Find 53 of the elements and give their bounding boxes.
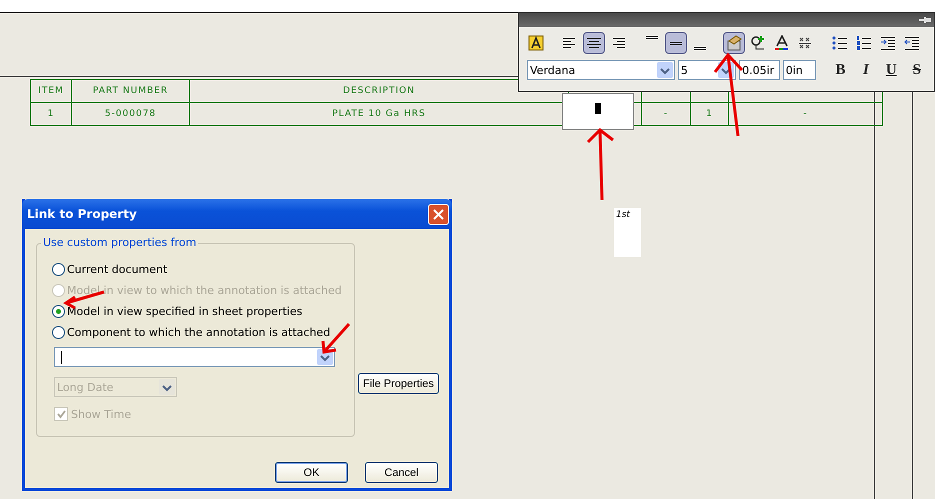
- offset-field[interactable]: 0in: [782, 60, 816, 80]
- radio-label[interactable]: Model in view specified in sheet properties: [67, 305, 302, 318]
- table-cell: 1: [690, 102, 728, 126]
- dialog-button[interactable]: OK: [275, 462, 348, 483]
- underline-button[interactable]: U: [880, 62, 903, 78]
- table-cell: -: [642, 102, 690, 126]
- bullet-list-icon: [832, 35, 848, 51]
- strikethrough-button[interactable]: S: [906, 62, 928, 78]
- link-property-icon: [726, 35, 742, 51]
- toolbar-button[interactable]: [583, 32, 605, 54]
- text-cursor-icon: [595, 103, 601, 114]
- note-label: 1st: [614, 208, 641, 257]
- toolbar-button[interactable]: [665, 32, 687, 54]
- column-header: PART NUMBER: [72, 80, 190, 102]
- align-top-icon: [646, 36, 658, 39]
- property-dropdown[interactable]: [54, 347, 335, 367]
- balloon-plus-icon: [750, 35, 766, 51]
- stack-fraction-icon: [798, 35, 814, 51]
- align-left-icon: [562, 35, 578, 51]
- font-dropdown[interactable]: Verdana: [527, 60, 675, 80]
- radio-button[interactable]: [52, 305, 65, 318]
- numbered-list-icon: [856, 35, 872, 51]
- group-label: Use custom properties from: [41, 236, 198, 249]
- dialog-button[interactable]: Cancel: [365, 462, 438, 483]
- table-cell: 1: [30, 102, 72, 126]
- text-style-icon: [528, 35, 544, 51]
- outdent-icon: [904, 35, 920, 51]
- radio-label[interactable]: Component to which the annotation is attached: [67, 326, 330, 339]
- align-center-icon: [586, 35, 602, 51]
- check-icon: [56, 410, 66, 418]
- radio-button[interactable]: [52, 326, 65, 339]
- radio-label: Model in view to which the annotation is attached: [67, 284, 342, 297]
- column-header: ITEM: [30, 80, 72, 102]
- close-icon: [433, 208, 444, 220]
- align-right-icon: [610, 35, 626, 51]
- file-properties-button[interactable]: File Properties: [358, 373, 439, 394]
- align-bottom-icon: [694, 47, 706, 50]
- window-title: Link to Property: [27, 207, 137, 221]
- table-cell: 5-000078: [72, 102, 190, 126]
- bold-button[interactable]: B: [829, 62, 852, 78]
- align-middle-icon: [670, 42, 682, 44]
- radio-button[interactable]: [52, 263, 65, 276]
- checkbox-label: Show Time: [71, 408, 132, 420]
- cell-editor[interactable]: [562, 93, 634, 130]
- font-color-icon: [774, 35, 790, 51]
- close-button[interactable]: [428, 204, 449, 224]
- indent-icon: [880, 35, 896, 51]
- italic-button[interactable]: I: [854, 62, 878, 78]
- pin-icon: [919, 17, 931, 23]
- toolbar-button[interactable]: [723, 32, 745, 54]
- spacing-field[interactable]: 0.05ir: [739, 60, 780, 80]
- table-cell: -: [728, 102, 882, 126]
- radio-label[interactable]: Current document: [67, 263, 168, 276]
